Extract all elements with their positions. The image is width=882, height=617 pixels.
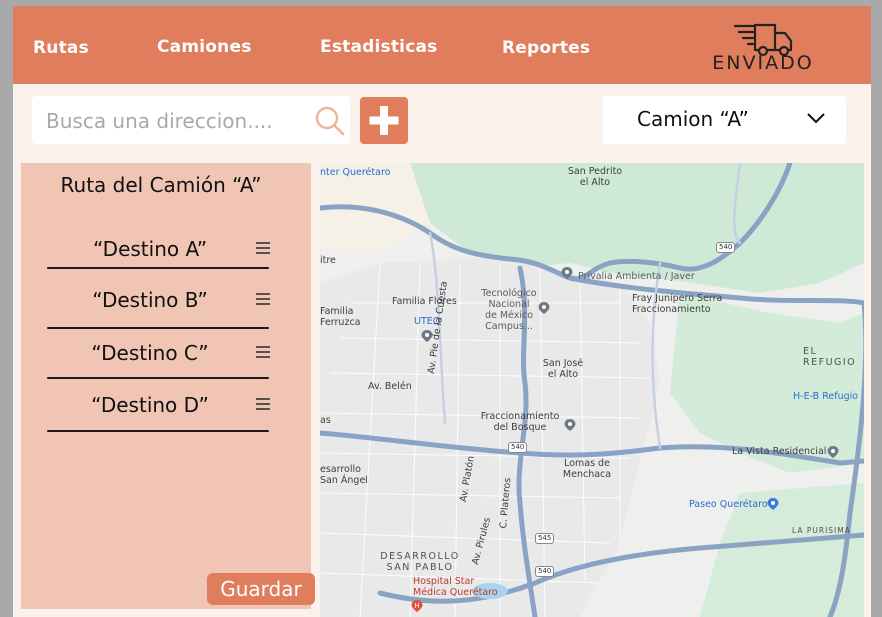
shopping-pin-icon[interactable] [766,497,780,511]
map-label: La Vista Residencial [732,446,827,457]
map-label: EL REFUGIO [803,346,857,368]
map-pin-icon[interactable] [826,445,840,459]
school-pin-icon[interactable] [537,301,551,315]
map-label: San Pedrito el Alto [567,166,623,188]
map-pin-icon[interactable] [560,266,574,280]
divider [47,430,269,432]
divider [47,327,269,329]
destination-label: “Destino A” [92,237,208,261]
divider [47,377,269,379]
destination-label: “Destino B” [92,288,208,312]
map-label: DESARROLLO SAN PABLO [380,551,460,573]
map-label: Hospital Star Médica Querétaro [413,576,498,598]
drag-handle-icon[interactable] [255,241,271,255]
nav-link-reportes[interactable]: Reportes [502,38,590,58]
truck-select-value: Camion “A” [637,107,749,131]
route-panel-title: Ruta del Camión “A” [60,173,262,197]
brand-logo[interactable]: ENVIADO [693,22,833,74]
highway-shield: 545 [535,533,555,544]
map-label: LA PURISIMA [792,526,851,535]
map-label: itre [320,255,336,266]
map-label: Privalia Ambienta / Javer [578,271,695,282]
destination-item-b[interactable]: “Destino B” [47,288,271,329]
map-label: as [320,415,331,426]
destination-label: “Destino D” [91,393,209,417]
divider [47,267,269,269]
map-pin-icon[interactable] [563,418,577,432]
destination-item-c[interactable]: “Destino C” [47,341,271,381]
plus-icon [369,106,399,135]
map-label: San José el Alto [542,358,584,380]
map-label: Paseo Querétaro [689,499,768,510]
search-icon[interactable] [314,105,346,137]
map-label: esarrollo San Ángel [320,464,368,486]
destination-item-a[interactable]: “Destino A” [47,237,271,277]
top-navbar: Rutas Camiones Estadisticas Reportes ENV… [13,6,871,84]
highway-shield: 540 [535,566,555,577]
chevron-down-icon [807,113,825,124]
svg-text:H: H [414,602,419,610]
route-map[interactable]: nter Querétaro San Pedrito el Alto itre … [320,163,864,617]
map-label: Tecnológico Nacional de México Campus... [481,288,537,332]
save-button[interactable]: Guardar [207,573,315,605]
app-window: Rutas Camiones Estadisticas Reportes ENV… [13,6,871,617]
map-label: H-E-B Refugio [793,391,859,402]
map-label: nter Querétaro [320,167,391,178]
destination-item-d[interactable]: “Destino D” [47,393,271,433]
destination-label: “Destino C” [91,341,209,365]
add-destination-button[interactable] [360,97,408,144]
drag-handle-icon[interactable] [255,345,271,359]
map-label: Lomas de Menchaca [562,458,612,480]
map-label: Fraccionamiento del Bosque [480,411,560,433]
drag-handle-icon[interactable] [255,292,271,306]
search-box [32,96,350,144]
highway-shield: 540 [716,242,736,253]
nav-link-rutas[interactable]: Rutas [33,38,89,58]
drag-handle-icon[interactable] [255,397,271,411]
map-label: Familia Ferruzca [320,306,361,328]
route-panel: Ruta del Camión “A” “Destino A” “Destino… [21,163,315,609]
truck-select[interactable]: Camion “A” [603,96,846,144]
map-label: Fray Junípero Serra Fraccionamiento [632,293,723,315]
map-label: Av. Belén [368,381,412,392]
brand-name: ENVIADO [712,52,814,74]
highway-shield: 540 [508,442,528,453]
school-pin-icon[interactable] [420,329,434,343]
nav-link-camiones[interactable]: Camiones [157,37,252,57]
search-input[interactable] [44,104,303,138]
hospital-pin-icon[interactable]: H [410,599,424,613]
nav-link-estadisticas[interactable]: Estadisticas [320,37,437,57]
